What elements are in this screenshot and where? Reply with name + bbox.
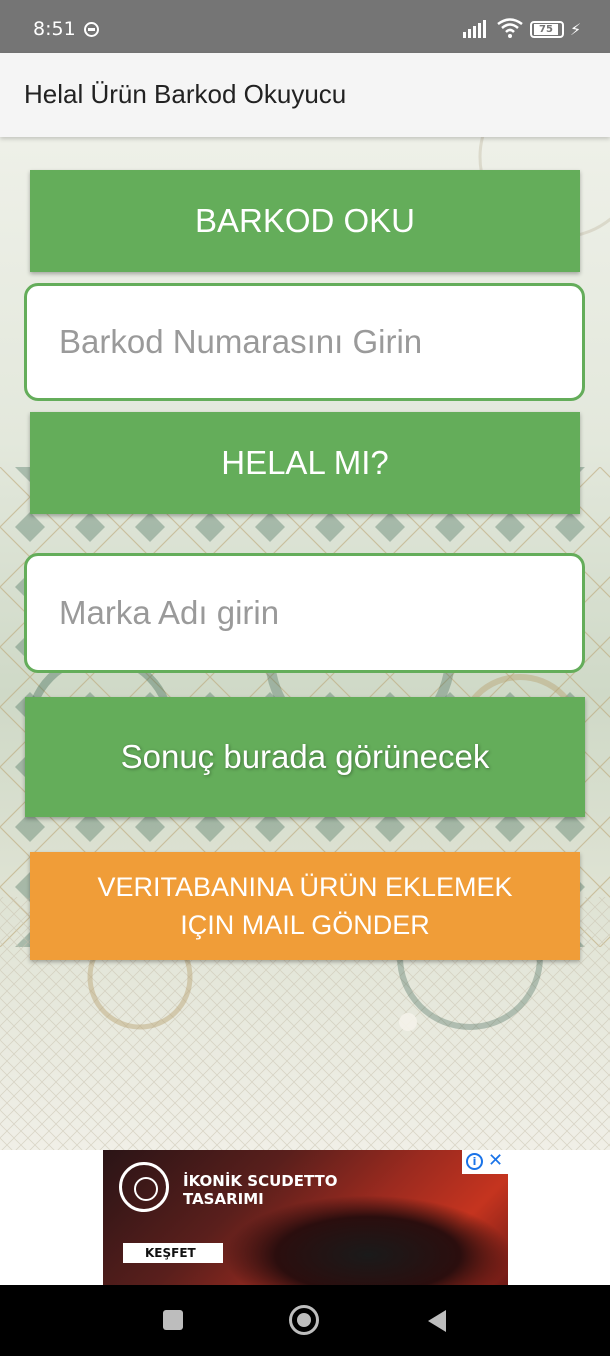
dnd-icon — [84, 22, 99, 37]
battery-level: 75 — [534, 24, 558, 35]
main-content: BARKOD OKU HELAL MI? Sonuç burada görüne… — [0, 137, 610, 1150]
brand-logo-icon — [119, 1162, 169, 1212]
check-helal-button[interactable]: HELAL MI? — [30, 412, 580, 514]
battery-icon: 75 — [530, 21, 564, 38]
ad-area: İKONİK SCUDETTO TASARIMI KEŞFET i ✕ — [0, 1150, 610, 1285]
ad-headline-line1: İKONİK SCUDETTO — [183, 1172, 338, 1190]
send-mail-button-line1: VERITABANINA ÜRÜN EKLEMEK — [97, 872, 513, 902]
signal-icon — [463, 20, 486, 38]
app-title: Helal Ürün Barkod Okuyucu — [24, 79, 347, 109]
navigation-bar — [0, 1285, 610, 1356]
brand-input[interactable] — [59, 556, 549, 670]
send-mail-button-line2: IÇIN MAIL GÖNDER — [180, 910, 430, 940]
send-mail-button[interactable]: VERITABANINA ÜRÜN EKLEMEK IÇIN MAIL GÖND… — [30, 852, 580, 960]
brand-field[interactable] — [24, 553, 585, 673]
status-time: 8:51 — [33, 18, 76, 40]
app-bar: Helal Ürün Barkod Okuyucu — [0, 53, 610, 137]
status-bar: 8:51 75 ⚡ — [0, 0, 610, 53]
home-icon[interactable] — [289, 1305, 319, 1335]
barcode-input[interactable] — [59, 286, 549, 398]
close-icon[interactable]: ✕ — [488, 1151, 503, 1171]
result-display: Sonuç burada görünecek — [25, 697, 585, 817]
scan-barcode-button[interactable]: BARKOD OKU — [30, 170, 580, 272]
ad-banner[interactable]: İKONİK SCUDETTO TASARIMI KEŞFET i ✕ — [103, 1150, 508, 1285]
info-icon[interactable]: i — [466, 1153, 483, 1170]
ad-headline: İKONİK SCUDETTO TASARIMI — [183, 1172, 383, 1208]
ad-headline-line2: TASARIMI — [183, 1190, 264, 1208]
charging-icon: ⚡ — [570, 20, 582, 39]
ad-cta-button[interactable]: KEŞFET — [123, 1243, 223, 1263]
back-icon[interactable] — [428, 1310, 446, 1332]
wifi-icon — [497, 18, 523, 38]
recents-icon[interactable] — [163, 1310, 183, 1330]
adchoices[interactable]: i ✕ — [462, 1150, 508, 1174]
barcode-field[interactable] — [24, 283, 585, 401]
car-image — [223, 1195, 508, 1285]
